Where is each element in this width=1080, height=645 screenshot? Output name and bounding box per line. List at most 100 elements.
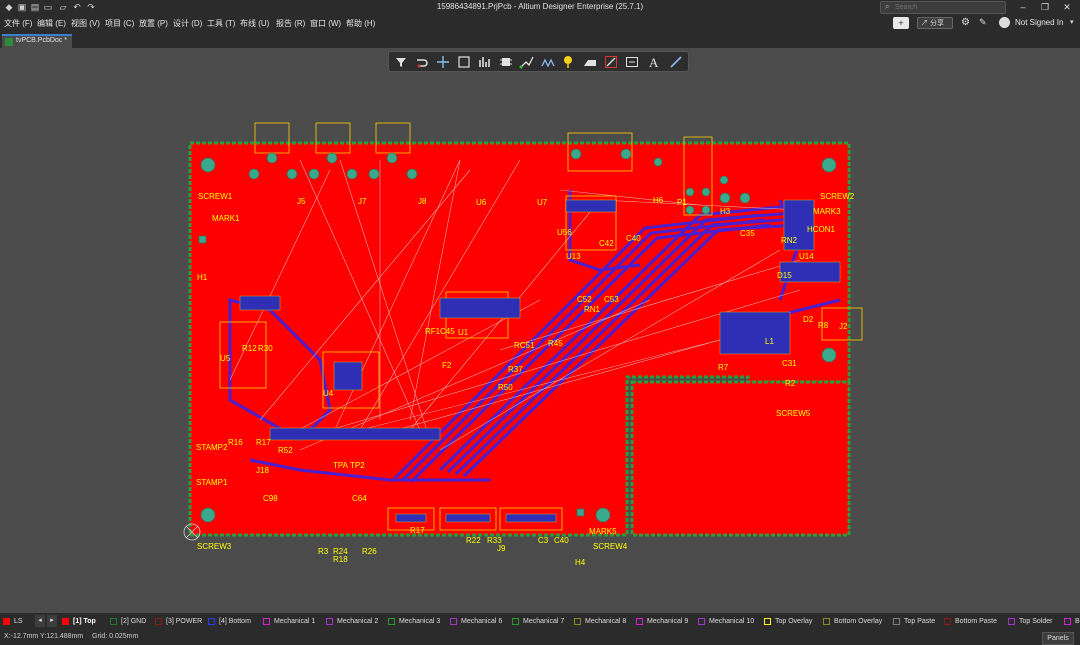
menu-edit[interactable]: 编辑 (E) bbox=[37, 18, 66, 29]
rectangle-select-icon[interactable] bbox=[456, 54, 472, 70]
layer-tab[interactable]: Mechanical 10 bbox=[698, 616, 754, 627]
layer-tab[interactable]: Mechanical 9 bbox=[636, 616, 688, 627]
search-box[interactable]: ⌕ bbox=[880, 1, 1006, 14]
search-input[interactable] bbox=[895, 2, 1001, 13]
layer-tab[interactable]: Top Overlay bbox=[764, 616, 812, 627]
layer-tab-label: Mechanical 3 bbox=[399, 618, 441, 625]
layer-tab[interactable]: Mechanical 3 bbox=[388, 616, 440, 627]
menu-design[interactable]: 设计 (D) bbox=[173, 18, 202, 29]
pcb-document-icon bbox=[5, 38, 13, 46]
designator-label: H4 bbox=[575, 558, 586, 567]
layer-tab-label: [1] Top bbox=[73, 618, 96, 625]
layer-tab-label: Mechanical 1 bbox=[274, 618, 316, 625]
share-icon: ↗ bbox=[921, 20, 928, 27]
notifications-icon[interactable]: ✎ bbox=[979, 17, 987, 28]
close-button[interactable]: ✕ bbox=[1056, 0, 1078, 14]
layer-tab[interactable]: Bottom Overlay bbox=[823, 616, 882, 627]
layer-tab-label: Top Overlay bbox=[775, 618, 813, 625]
layer-tab[interactable]: [2] GND bbox=[110, 616, 146, 627]
layer-tab[interactable]: Mechanical 2 bbox=[326, 616, 378, 627]
pcb-canvas[interactable]: SCREW1 J5 J7 J8 U6 U7 H6 P1 SCREW2 MARK1 H3 C35 MARK… bbox=[0, 48, 1080, 613]
filter-icon[interactable] bbox=[393, 54, 409, 70]
component-icon[interactable] bbox=[498, 54, 514, 70]
designator-label: C35 bbox=[740, 229, 755, 238]
designator-label: J9 bbox=[497, 544, 506, 553]
menu-file[interactable]: 文件 (F) bbox=[4, 18, 32, 29]
designator-label: R12 bbox=[242, 344, 257, 353]
layer-tab[interactable]: [4] Bottom bbox=[208, 616, 251, 627]
designator-label: H1 bbox=[197, 273, 208, 282]
layer-scroll-left-icon[interactable]: ◂ bbox=[35, 615, 45, 627]
layer-tab-label: Mechanical 10 bbox=[709, 618, 755, 625]
designator-label: D15 bbox=[777, 271, 792, 280]
route-icon[interactable] bbox=[519, 54, 535, 70]
region-icon[interactable] bbox=[603, 54, 619, 70]
designator-label: R22 bbox=[466, 536, 481, 545]
layer-tab-label: Mechanical 2 bbox=[337, 618, 379, 625]
designator-label: U13 bbox=[566, 252, 581, 261]
designator-label: R26 bbox=[362, 547, 377, 556]
tab-pcbdoc[interactable]: tvPCB.PcbDoc * bbox=[2, 34, 72, 48]
dimension-icon[interactable] bbox=[624, 54, 640, 70]
designator-label: C3 bbox=[538, 536, 549, 545]
layer-tab[interactable]: Mechanical 7 bbox=[512, 616, 564, 627]
menu-reports[interactable]: 报告 (R) bbox=[276, 18, 305, 29]
designator-label: TPA bbox=[333, 461, 349, 470]
layer-tab[interactable]: Top Solder bbox=[1008, 616, 1052, 627]
menu-tools[interactable]: 工具 (T) bbox=[207, 18, 235, 29]
chart-icon[interactable] bbox=[477, 54, 493, 70]
menu-window[interactable]: 窗口 (W) bbox=[310, 18, 341, 29]
text-icon[interactable]: A bbox=[646, 54, 662, 70]
cross-icon[interactable] bbox=[435, 54, 451, 70]
designator-label: U7 bbox=[537, 198, 548, 207]
pad-icon[interactable] bbox=[561, 54, 577, 70]
layer-tab[interactable]: LS bbox=[3, 616, 23, 627]
designator-label: RN2 bbox=[781, 236, 798, 245]
avatar[interactable] bbox=[999, 17, 1010, 28]
designator-label: RN1 bbox=[584, 305, 601, 314]
share-button[interactable]: ↗ 分享 bbox=[917, 17, 953, 29]
layer-color-swatch bbox=[823, 618, 830, 625]
chevron-down-icon[interactable]: ▾ bbox=[1070, 18, 1074, 26]
layer-tab[interactable]: Mechanical 8 bbox=[574, 616, 626, 627]
designator-label: RC51 bbox=[514, 341, 535, 350]
status-bar: X:-12.7mm Y:121.488mm Grid: 0.025mm bbox=[0, 630, 1080, 645]
layer-tab-label: Top Paste bbox=[904, 618, 936, 625]
menu-project[interactable]: 项目 (C) bbox=[105, 18, 134, 29]
gear-icon[interactable]: ⚙ bbox=[961, 17, 970, 28]
add-icon[interactable]: + bbox=[893, 17, 909, 29]
layer-tab[interactable]: Mechanical 1 bbox=[263, 616, 315, 627]
layer-color-swatch bbox=[944, 618, 951, 625]
layer-tab[interactable]: Bottom Paste bbox=[944, 616, 997, 627]
designator-label: C52 bbox=[577, 295, 592, 304]
line-icon[interactable] bbox=[668, 54, 684, 70]
menu-route[interactable]: 布线 (U) bbox=[240, 18, 269, 29]
minimize-button[interactable]: – bbox=[1012, 0, 1034, 14]
menu-help[interactable]: 帮助 (H) bbox=[346, 18, 375, 29]
diff-pair-icon[interactable] bbox=[540, 54, 556, 70]
menu-view[interactable]: 视图 (V) bbox=[71, 18, 100, 29]
layer-tab[interactable]: [1] Top bbox=[62, 616, 96, 627]
designator-label: R17 bbox=[410, 526, 425, 535]
user-status[interactable]: Not Signed In bbox=[1015, 18, 1063, 27]
layer-tab[interactable]: Mechanical 6 bbox=[450, 616, 502, 627]
designator-label: P1 bbox=[677, 198, 687, 207]
menu-place[interactable]: 放置 (P) bbox=[139, 18, 168, 29]
maximize-button[interactable]: ❐ bbox=[1034, 0, 1056, 14]
layer-color-swatch bbox=[512, 618, 519, 625]
grid-readout: Grid: 0.025mm bbox=[92, 633, 139, 640]
panels-button[interactable]: Panels bbox=[1042, 632, 1074, 645]
layer-tab[interactable]: [3] POWER bbox=[155, 616, 202, 627]
layer-scroll-right-icon[interactable]: ▸ bbox=[47, 615, 57, 627]
layer-tab[interactable]: Top Paste bbox=[893, 616, 935, 627]
layer-color-swatch bbox=[1064, 618, 1071, 625]
designator-label: U56 bbox=[557, 228, 572, 237]
layer-tab[interactable]: B bbox=[1064, 616, 1080, 627]
layer-color-swatch bbox=[263, 618, 270, 625]
designator-label: J5 bbox=[297, 197, 306, 206]
polygon-icon[interactable] bbox=[582, 54, 598, 70]
layer-color-swatch bbox=[110, 618, 117, 625]
interactive-route-icon[interactable] bbox=[414, 54, 430, 70]
layer-color-swatch bbox=[893, 618, 900, 625]
layer-tab-label: B bbox=[1075, 618, 1080, 625]
